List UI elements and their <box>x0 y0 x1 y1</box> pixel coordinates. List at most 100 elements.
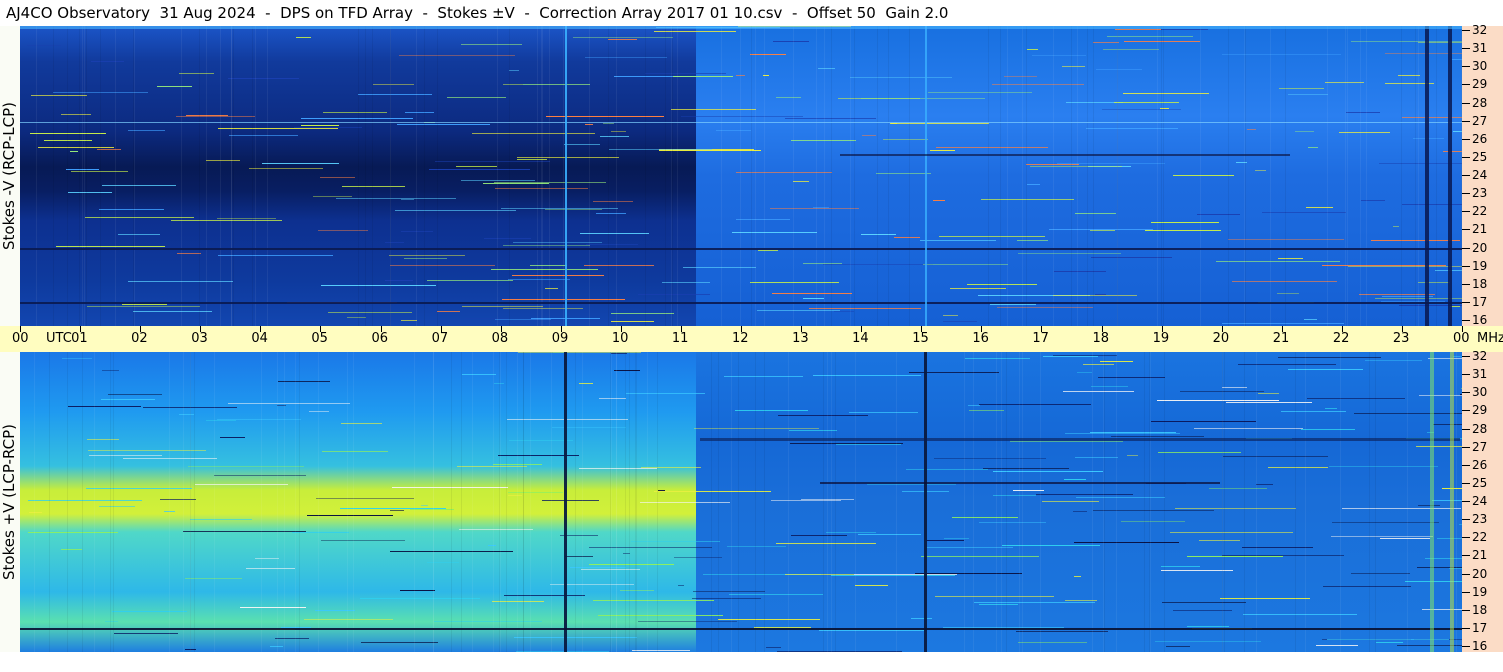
bottom-panel-label: Stokes +V (LCP-RCP) <box>0 424 18 580</box>
frequency-tick <box>1462 156 1470 158</box>
frequency-label: 31 <box>1472 41 1488 56</box>
frequency-tick <box>1462 211 1470 213</box>
frequency-label: 28 <box>1472 421 1488 436</box>
bottom-panel-label-strip: Stokes +V (LCP-RCP) <box>0 352 20 652</box>
frequency-label: 29 <box>1472 77 1488 92</box>
frequency-tick <box>1462 30 1470 31</box>
time-label: 06 <box>371 331 389 346</box>
frequency-tick <box>1462 519 1470 521</box>
frequency-label: 27 <box>1472 439 1488 454</box>
time-label: 10 <box>611 331 629 346</box>
time-label: 23 <box>1392 331 1410 346</box>
frequency-tick <box>1462 229 1470 231</box>
frequency-label: 21 <box>1472 548 1488 563</box>
frequency-tick <box>1462 193 1470 195</box>
frequency-tick <box>1462 609 1470 611</box>
frequency-label: 18 <box>1472 276 1488 291</box>
frequency-tick <box>1462 374 1470 376</box>
frequency-label: 20 <box>1472 566 1488 581</box>
frequency-label: 16 <box>1472 639 1488 653</box>
time-label: 04 <box>251 331 268 346</box>
bottom-frequency-scale: 32 31 30 29 28 27 26 25 24 23 22 21 20 19 18 17 16 <box>1462 349 1503 653</box>
frequency-tick <box>1462 410 1470 412</box>
frequency-tick <box>1462 555 1470 557</box>
time-label: 00 <box>1453 331 1470 346</box>
frequency-tick <box>1462 392 1470 394</box>
frequency-label: 21 <box>1472 222 1488 237</box>
frequency-unit-label: MHz <box>1477 331 1503 346</box>
frequency-tick <box>1462 102 1470 104</box>
time-label: 20 <box>1212 331 1230 346</box>
frequency-label: 27 <box>1472 113 1488 128</box>
frequency-tick <box>1462 84 1470 86</box>
time-label: 02 <box>131 331 148 346</box>
frequency-label: 19 <box>1472 584 1488 599</box>
frequency-label: 32 <box>1472 349 1488 363</box>
time-label: 19 <box>1152 331 1170 346</box>
frequency-label: 16 <box>1472 313 1488 327</box>
frequency-label: 31 <box>1472 367 1488 382</box>
time-label: 18 <box>1092 331 1110 346</box>
frequency-tick <box>1462 646 1470 647</box>
time-label: 21 <box>1272 331 1290 346</box>
top-spectrogram <box>20 26 1462 326</box>
time-label: 08 <box>491 331 509 346</box>
frequency-tick <box>1462 356 1470 357</box>
frequency-tick <box>1462 120 1470 122</box>
time-label: 11 <box>671 331 689 346</box>
time-label: 05 <box>311 331 328 346</box>
bottom-spectrogram <box>20 352 1462 652</box>
frequency-label: 22 <box>1472 530 1488 545</box>
frequency-tick <box>1462 482 1470 484</box>
time-label: 17 <box>1032 331 1049 346</box>
time-axis: 00 UTC 01 02 03 04 05 06 07 08 09 10 11 12 13 14 15 16 17 1… <box>0 326 1503 352</box>
frequency-tick <box>1462 537 1470 539</box>
frequency-tick <box>1462 301 1470 303</box>
frequency-label: 32 <box>1472 23 1488 37</box>
frequency-tick <box>1462 48 1470 50</box>
frequency-label: 26 <box>1472 131 1488 146</box>
frequency-tick <box>1462 501 1470 502</box>
frequency-label: 30 <box>1472 385 1488 400</box>
time-label: 07 <box>431 331 449 346</box>
time-label: 00 <box>12 331 29 346</box>
top-panel-label: Stokes -V (RCP-LCP) <box>0 102 18 250</box>
frequency-label: 25 <box>1472 475 1488 490</box>
frequency-label: 28 <box>1472 95 1488 110</box>
frequency-label: 24 <box>1472 494 1488 508</box>
frequency-label: 23 <box>1472 512 1488 527</box>
frequency-label: 24 <box>1472 168 1488 182</box>
frequency-label: 23 <box>1472 186 1488 201</box>
time-label: 09 <box>551 331 569 346</box>
top-panel-label-strip: Stokes -V (RCP-LCP) <box>0 26 20 326</box>
frequency-label: 20 <box>1472 240 1488 255</box>
frequency-tick <box>1462 446 1470 448</box>
time-unit-label: UTC <box>46 331 72 346</box>
frequency-tick <box>1462 591 1470 593</box>
frequency-tick <box>1462 175 1470 176</box>
frequency-tick <box>1462 428 1470 430</box>
frequency-label: 22 <box>1472 204 1488 219</box>
frequency-tick <box>1462 138 1470 140</box>
time-label: 15 <box>912 331 929 346</box>
chart-title: AJ4CO Observatory 31 Aug 2024 - DPS on T… <box>0 0 1462 26</box>
time-label: 12 <box>732 331 749 346</box>
frequency-tick <box>1462 66 1470 68</box>
frequency-tick <box>1462 464 1470 466</box>
time-label: 14 <box>852 331 869 346</box>
frequency-tick <box>1462 320 1470 321</box>
frequency-label: 17 <box>1472 620 1488 635</box>
frequency-label: 25 <box>1472 149 1488 164</box>
time-label: 16 <box>972 331 989 346</box>
frequency-label: 29 <box>1472 403 1488 418</box>
top-frequency-scale: 32 31 30 29 28 27 26 25 24 23 22 21 20 19 18 17 16 <box>1462 23 1503 327</box>
frequency-tick <box>1462 283 1470 285</box>
time-label: 03 <box>191 331 208 346</box>
frequency-tick <box>1462 627 1470 629</box>
frequency-tick <box>1462 573 1470 575</box>
frequency-label: 19 <box>1472 258 1488 273</box>
time-label: 22 <box>1332 331 1350 346</box>
top-spectrogram-image <box>20 26 1462 326</box>
frequency-label: 30 <box>1472 59 1488 74</box>
frequency-label: 17 <box>1472 294 1488 309</box>
